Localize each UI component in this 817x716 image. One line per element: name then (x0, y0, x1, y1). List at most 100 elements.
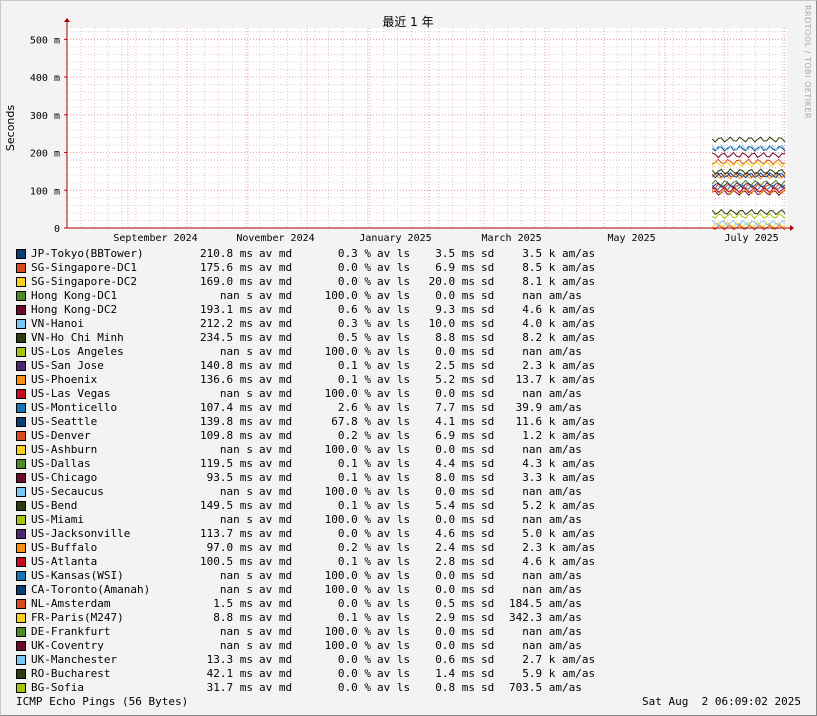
legend-label-av-md: av md (259, 527, 293, 540)
legend-median: 107.4 ms (200, 401, 253, 414)
legend-loss: 0.3 % (337, 317, 371, 330)
legend-stdev: 0.0 ms (435, 485, 475, 498)
legend-loss: 0.1 % (337, 611, 371, 624)
legend-row: UK-Manchester 13.3 ms av md 0.0 % av ls 0.6 m… (16, 653, 616, 667)
legend-series-name: US-Kansas(WSI) (31, 569, 124, 582)
legend-label-av-ls: av ls (377, 247, 411, 260)
y-tick-label: 400 m (30, 73, 60, 84)
legend-median: 109.8 ms (200, 429, 253, 442)
legend-stdev: 0.0 ms (435, 583, 475, 596)
legend-stdev: 0.0 ms (435, 569, 475, 582)
legend-stdev: 5.4 ms (435, 499, 475, 512)
y-axis-label: Seconds (4, 105, 17, 151)
legend-label-av-md: av md (259, 261, 293, 274)
legend-label-sd: sd (481, 387, 495, 400)
legend-label-av-md: av md (259, 513, 293, 526)
legend-loss: 0.0 % (337, 667, 371, 680)
legend-swatch (16, 543, 26, 553)
legend-label-sd: sd (481, 653, 495, 666)
legend-median: 100.5 ms (200, 555, 253, 568)
legend-label-av-ls: av ls (377, 303, 411, 316)
legend-swatch (16, 529, 26, 539)
legend-label-sd: sd (481, 583, 495, 596)
legend-loss: 0.0 % (337, 653, 371, 666)
legend-median: 113.7 ms (200, 527, 253, 540)
legend-rate: nan am/as (509, 513, 582, 526)
legend-loss: 100.0 % (324, 625, 371, 638)
legend-label-av-ls: av ls (377, 261, 411, 274)
legend-label-sd: sd (481, 331, 495, 344)
legend-loss: 0.0 % (337, 681, 371, 694)
legend-series-name: US-Jacksonville (31, 527, 131, 540)
legend-median: 140.8 ms (200, 359, 253, 372)
legend-label-av-ls: av ls (377, 387, 411, 400)
legend-row: US-Miami nan s av md 100.0 % av ls 0.0 ms sd n… (16, 513, 616, 527)
legend-rate: 39.9 am/as (509, 401, 582, 414)
legend-median: 169.0 ms (200, 275, 253, 288)
legend-rate: 3.3 k am/as (509, 471, 596, 484)
legend-swatch (16, 431, 26, 441)
legend-swatch (16, 305, 26, 315)
legend-swatch (16, 599, 26, 609)
legend-series-name: BG-Sofia (31, 681, 84, 694)
legend-label-av-md: av md (259, 667, 293, 680)
legend-row: US-Denver 109.8 ms av md 0.2 % av ls 6.9 ms sd… (16, 429, 616, 443)
legend-rate: 4.6 k am/as (509, 555, 596, 568)
legend-loss: 0.1 % (337, 359, 371, 372)
legend-label-av-md: av md (259, 569, 293, 582)
legend-median: 136.6 ms (200, 373, 253, 386)
legend-row: JP-Tokyo(BBTower) 210.8 ms av md 0.3 % av ls… (16, 247, 616, 261)
legend-swatch (16, 585, 26, 595)
legend-rate: 2.3 k am/as (509, 541, 596, 554)
legend-swatch (16, 319, 26, 329)
legend-label-av-md: av md (259, 471, 293, 484)
legend-label-sd: sd (481, 639, 495, 652)
legend-stdev: 3.5 ms (435, 247, 475, 260)
legend-row: US-Las Vegas nan s av md 100.0 % av ls 0.0 ms… (16, 387, 616, 401)
legend-label-sd: sd (481, 569, 495, 582)
legend-label-av-md: av md (259, 373, 293, 386)
legend-label-sd: sd (481, 373, 495, 386)
legend-swatch (16, 683, 26, 693)
legend-swatch (16, 403, 26, 413)
legend-median: 210.8 ms (200, 247, 253, 260)
legend-rate: 8.2 k am/as (509, 331, 596, 344)
legend-rate: nan am/as (509, 639, 582, 652)
legend-swatch (16, 669, 26, 679)
legend-row: SG-Singapore-DC1 175.6 ms av md 0.0 % av ls 6… (16, 261, 616, 275)
y-tick-label: 500 m (30, 35, 60, 46)
legend-rate: nan am/as (509, 569, 582, 582)
legend-stdev: 7.7 ms (435, 401, 475, 414)
legend-series-name: US-Las Vegas (31, 387, 111, 400)
legend-series-name: US-Monticello (31, 401, 118, 414)
legend-label-sd: sd (481, 597, 495, 610)
legend-label-av-md: av md (259, 247, 293, 260)
legend-row: US-Secaucus nan s av md 100.0 % av ls 0.0 ms s… (16, 485, 616, 499)
vendor-watermark: RRDTOOL / TOBI OETIKER (803, 5, 812, 120)
legend-row: SG-Singapore-DC2 169.0 ms av md 0.0 % av ls 2… (16, 275, 616, 289)
legend-row: Hong Kong-DC1 nan s av md 100.0 % av ls 0.0 m… (16, 289, 616, 303)
legend-label-av-ls: av ls (377, 569, 411, 582)
legend-series-name: Hong Kong-DC1 (31, 289, 118, 302)
legend-rate: 703.5 am/as (509, 681, 582, 694)
legend-swatch (16, 501, 26, 511)
legend-label-av-md: av md (259, 639, 293, 652)
legend-label-sd: sd (481, 415, 495, 428)
legend-swatch (16, 277, 26, 287)
legend-rate: nan am/as (509, 485, 582, 498)
legend-stdev: 8.8 ms (435, 331, 475, 344)
legend-swatch (16, 487, 26, 497)
legend-median: 13.3 ms (206, 653, 253, 666)
legend-label-av-md: av md (259, 429, 293, 442)
legend-median: nan s (219, 513, 253, 526)
legend-row: VN-Hanoi 212.2 ms av md 0.3 % av ls 10.0 ms sd… (16, 317, 616, 331)
legend-stdev: 2.9 ms (435, 611, 475, 624)
legend-label-av-md: av md (259, 625, 293, 638)
legend-series-name: RO-Bucharest (31, 667, 111, 680)
legend-label-av-md: av md (259, 597, 293, 610)
legend-label-av-ls: av ls (377, 625, 411, 638)
legend-label-sd: sd (481, 345, 495, 358)
legend-label-av-md: av md (259, 289, 293, 302)
legend-swatch (16, 613, 26, 623)
legend-stdev: 0.0 ms (435, 513, 475, 526)
